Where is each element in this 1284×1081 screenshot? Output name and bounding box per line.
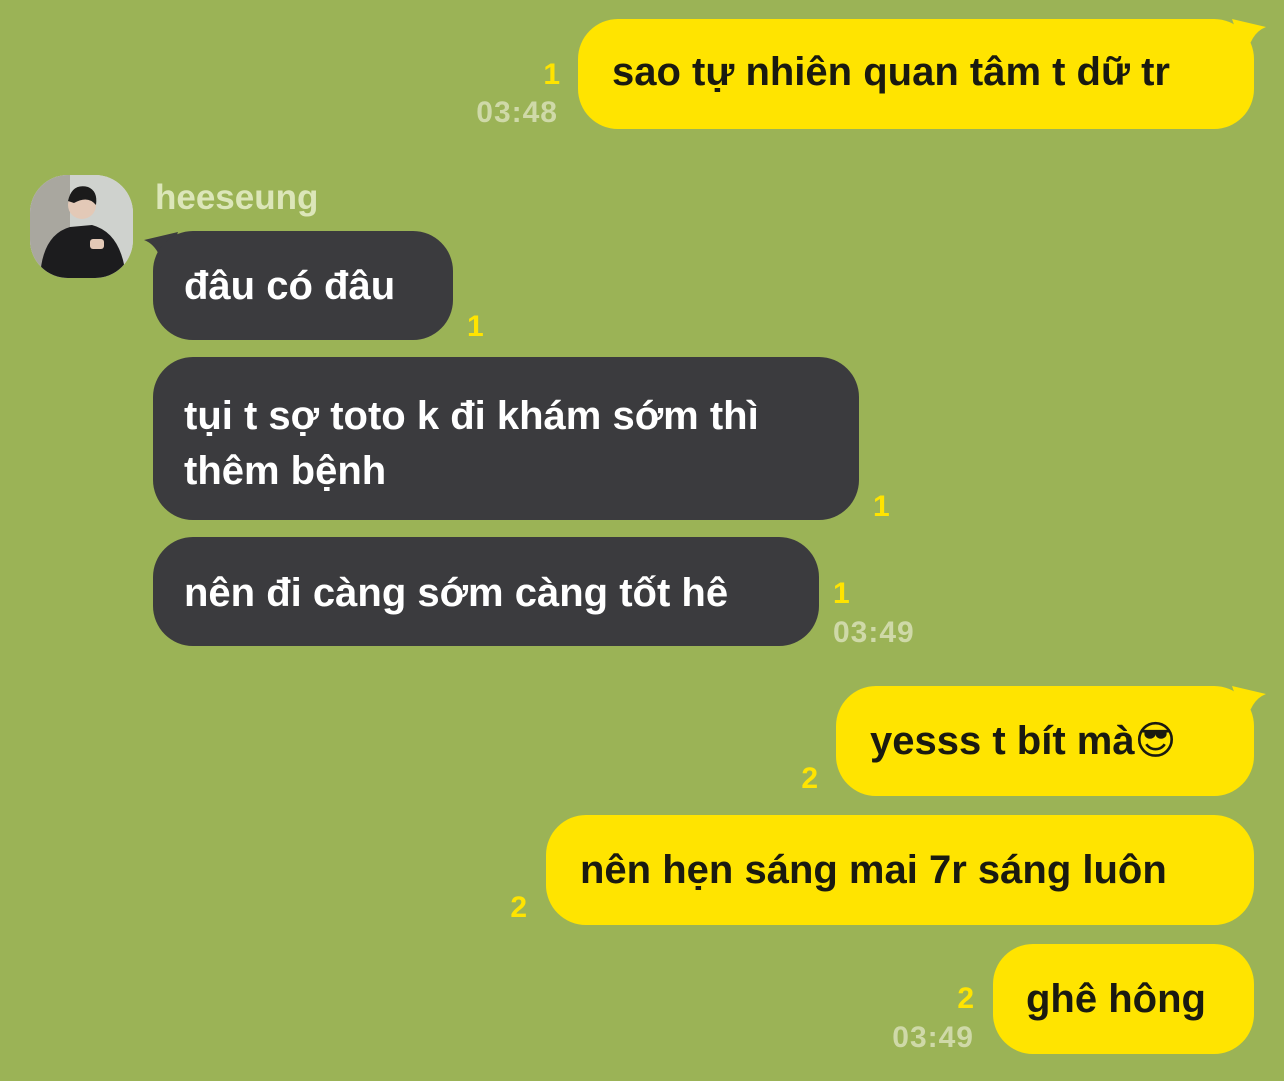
message-bubble-sent[interactable]: yesss t bít mà😎	[836, 686, 1254, 796]
profile-photo-icon	[30, 175, 133, 278]
timestamp: 03:49	[833, 616, 915, 649]
message-text-line: thêm bệnh	[184, 449, 387, 493]
unread-count: 1	[543, 58, 560, 91]
unread-count: 1	[833, 577, 850, 610]
message-bubble-sent[interactable]: nên hẹn sáng mai 7r sáng luôn	[546, 815, 1254, 925]
unread-count: 1	[467, 310, 484, 343]
sender-name: heeseung	[155, 178, 319, 217]
sunglasses-emoji-icon: 😎	[1134, 718, 1177, 764]
message-bubble-sent[interactable]: sao tự nhiên quan tâm t dữ tr	[578, 19, 1254, 129]
message-text: nên đi càng sớm càng tốt hê	[184, 571, 729, 615]
timestamp: 03:49	[892, 1021, 974, 1054]
message-bubble-sent[interactable]: ghê hông	[993, 944, 1254, 1054]
timestamp: 03:48	[476, 96, 558, 129]
bubble-tail	[1232, 686, 1266, 726]
message-text: nên hẹn sáng mai 7r sáng luôn	[580, 848, 1167, 892]
unread-count: 2	[510, 891, 527, 924]
message-text: đâu có đâu	[184, 264, 396, 308]
message-text-line: tụi t sợ toto k đi khám sớm thì	[184, 394, 759, 438]
message-bubble-received[interactable]: nên đi càng sớm càng tốt hê	[153, 537, 819, 646]
message-text: yesss t bít mà	[870, 719, 1135, 763]
message-bubble-received[interactable]: tụi t sợ toto k đi khám sớm thì thêm bện…	[153, 357, 859, 520]
unread-count: 2	[957, 982, 974, 1015]
avatar[interactable]	[30, 175, 133, 278]
bubble-tail	[1232, 19, 1266, 59]
message-bubble-received[interactable]: đâu có đâu	[153, 231, 453, 340]
message-text: sao tự nhiên quan tâm t dữ tr	[612, 50, 1170, 94]
unread-count: 1	[873, 490, 890, 523]
message-text: ghê hông	[1026, 977, 1206, 1021]
unread-count: 2	[801, 762, 818, 795]
